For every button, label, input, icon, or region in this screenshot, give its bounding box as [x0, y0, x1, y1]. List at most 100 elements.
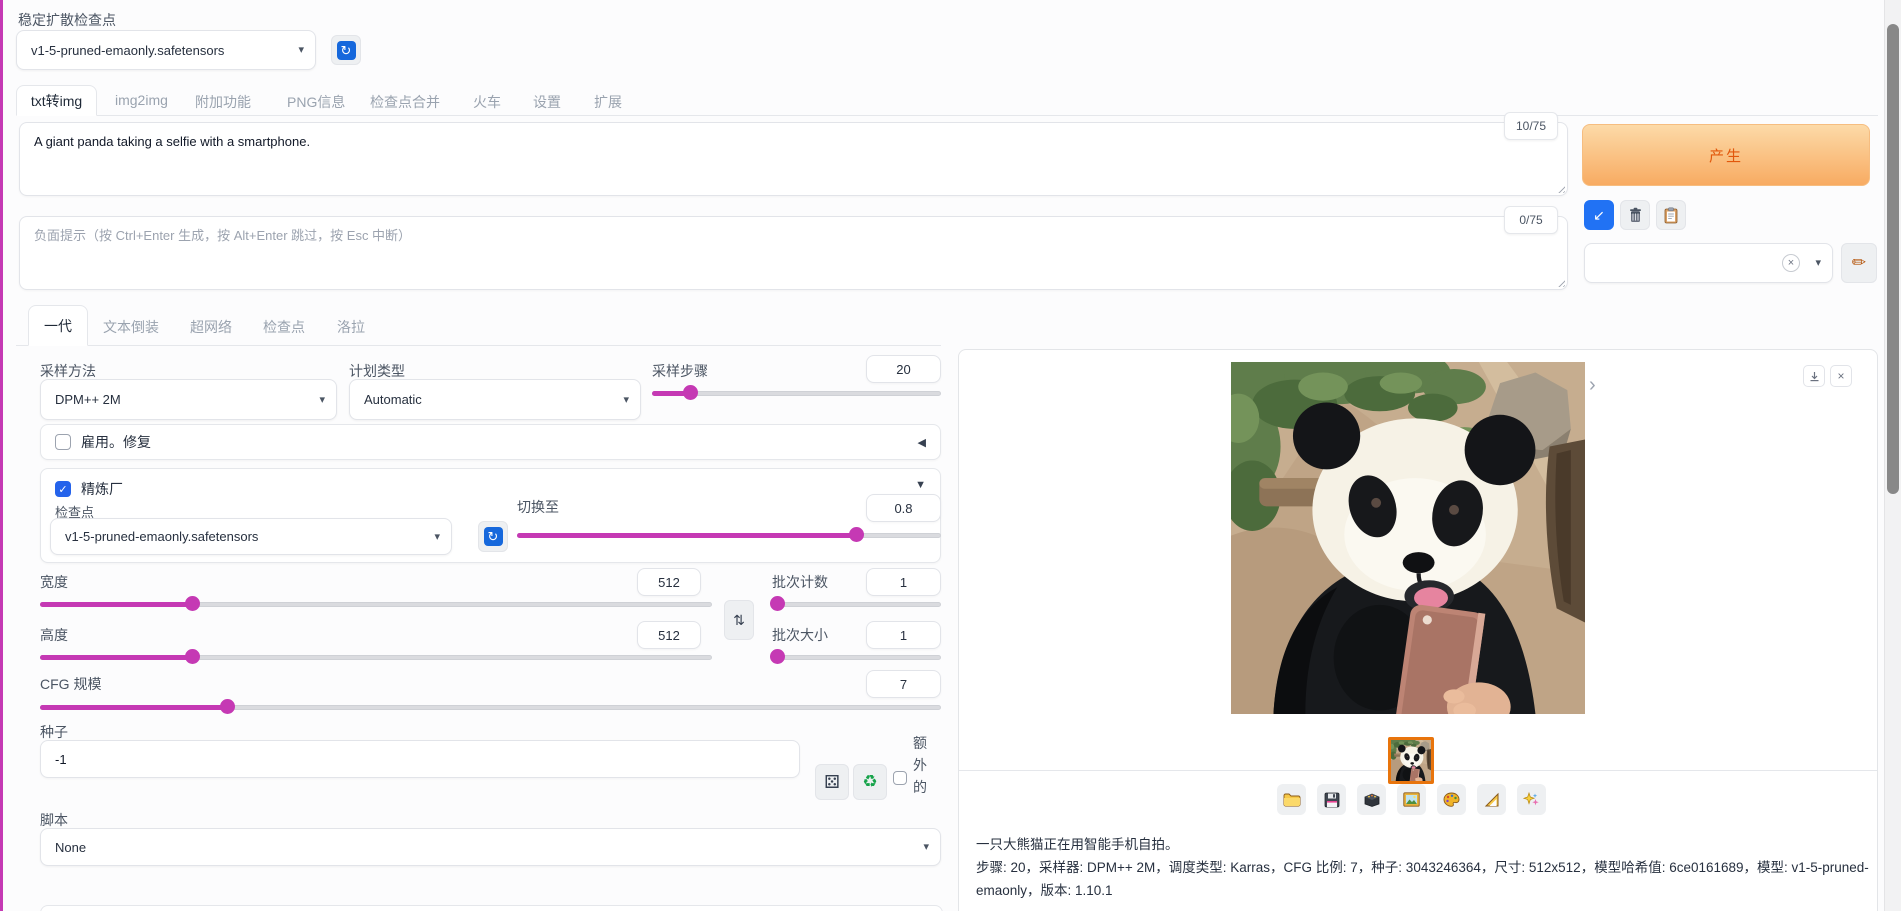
batch-size-slider[interactable] [772, 649, 941, 664]
collapse-icon[interactable]: ◀ [918, 436, 926, 449]
slider-thumb[interactable] [185, 596, 200, 611]
swap-icon: ⇅ [733, 612, 745, 629]
slider-track[interactable] [772, 655, 941, 660]
open-folder-button[interactable] [1277, 784, 1306, 815]
height-slider[interactable] [40, 649, 712, 664]
tab-lora[interactable]: 洛拉 [337, 317, 365, 337]
tab-checkpoint-merger[interactable]: 检查点合并 [370, 92, 440, 112]
send-to-img2img-button[interactable] [1397, 784, 1426, 815]
script-dropdown[interactable]: None ▾ [40, 828, 941, 866]
scrollbar-thumb[interactable] [1887, 24, 1899, 494]
tab-label: txt转img [31, 91, 82, 111]
sparkles-icon [1523, 792, 1540, 808]
refiner-label: 精炼厂 [81, 479, 123, 499]
send-to-inpaint-button[interactable] [1437, 784, 1466, 815]
slider-fill [40, 705, 227, 710]
slider-thumb[interactable] [849, 527, 864, 542]
tab-extensions[interactable]: 扩展 [594, 92, 622, 112]
prompt-input[interactable]: A giant panda taking a selfie with a sma… [19, 122, 1568, 196]
close-gallery-button[interactable]: × [1830, 365, 1852, 387]
chevron-down-icon: ▾ [434, 530, 440, 543]
steps-value[interactable]: 20 [866, 355, 941, 383]
refiner-switch-slider[interactable] [517, 527, 941, 542]
clear-prompt-button[interactable] [1620, 200, 1650, 230]
gallery-thumbnail-selected[interactable] [1388, 737, 1434, 784]
tab-settings[interactable]: 设置 [533, 92, 561, 112]
tab-generation[interactable]: 一代 [28, 305, 88, 346]
folder-icon [1283, 792, 1301, 807]
tab-checkpoints[interactable]: 检查点 [263, 317, 305, 337]
swap-dimensions-button[interactable]: ⇅ [724, 600, 754, 640]
cfg-scale-slider[interactable] [40, 699, 941, 714]
hires-fix-checkbox[interactable] [55, 434, 71, 450]
upscale-button[interactable] [1517, 784, 1546, 815]
height-value[interactable]: 512 [637, 621, 701, 649]
ruler-icon [1484, 792, 1500, 807]
download-icon [1809, 371, 1820, 382]
trash-icon [1628, 207, 1643, 224]
slider-thumb[interactable] [185, 649, 200, 664]
slider-thumb[interactable] [770, 649, 785, 664]
send-to-extras-button[interactable] [1477, 784, 1506, 815]
extra-seed-label: 额外的 [913, 732, 929, 798]
apply-styles-button[interactable] [1656, 200, 1686, 230]
zip-archive-icon [1363, 792, 1381, 807]
schedule-value: Automatic [364, 392, 422, 407]
tab-txt2img[interactable]: txt转img [16, 85, 97, 116]
chevron-right-icon[interactable]: › [1589, 374, 1596, 397]
schedule-dropdown[interactable]: Automatic ▾ [349, 379, 641, 420]
generation-parameters[interactable]: 步骤: 20，采样器: DPM++ 2M，调度类型: Karras，CFG 比例… [976, 856, 1876, 902]
styles-dropdown[interactable]: × ▾ [1584, 243, 1833, 283]
slider-thumb[interactable] [770, 596, 785, 611]
seed-label: 种子 [40, 722, 68, 742]
generation-caption: 一只大熊猫正在用智能手机自拍。 [976, 833, 1179, 856]
batch-size-label: 批次大小 [772, 625, 828, 645]
random-seed-button[interactable]: ⚄ [815, 764, 849, 800]
reuse-seed-button[interactable]: ♻ [853, 764, 887, 800]
stable-diffusion-webui: 稳定扩散检查点 v1-5-pruned-emaonly.safetensors … [0, 0, 1901, 911]
refresh-icon: ↻ [337, 41, 356, 60]
refiner-switch-label: 切换至 [517, 497, 559, 517]
hires-fix-accordion[interactable]: 雇用。修复 ◀ [40, 424, 941, 460]
negative-prompt-input[interactable] [19, 216, 1568, 290]
generated-image[interactable] [1231, 362, 1585, 714]
paste-params-button[interactable]: ↙ [1584, 200, 1614, 230]
slider-track[interactable] [772, 602, 941, 607]
tab-img2img[interactable]: img2img [115, 92, 168, 108]
save-zip-button[interactable] [1357, 784, 1386, 815]
batch-count-value[interactable]: 1 [866, 568, 941, 596]
checkpoint-dropdown[interactable]: v1-5-pruned-emaonly.safetensors ▾ [16, 30, 316, 70]
tab-train[interactable]: 火车 [473, 92, 501, 112]
width-value[interactable]: 512 [637, 568, 701, 596]
tab-textual-inversion[interactable]: 文本倒装 [103, 317, 159, 337]
refresh-refiner-button[interactable]: ↻ [478, 521, 508, 552]
slider-thumb[interactable] [220, 699, 235, 714]
next-section-edge [40, 905, 943, 911]
seed-input[interactable] [40, 740, 800, 778]
edit-styles-button[interactable]: ✏ [1841, 243, 1877, 283]
steps-slider[interactable] [652, 385, 941, 400]
batch-size-value[interactable]: 1 [866, 621, 941, 649]
sampler-dropdown[interactable]: DPM++ 2M ▾ [40, 379, 337, 420]
refiner-switch-value[interactable]: 0.8 [866, 494, 941, 522]
width-slider[interactable] [40, 596, 712, 611]
generate-button[interactable]: 产生 [1582, 124, 1870, 186]
tab-png-info[interactable]: PNG信息 [287, 92, 345, 112]
slider-fill [517, 533, 856, 538]
expand-icon[interactable]: ▼ [915, 479, 926, 491]
save-button[interactable] [1317, 784, 1346, 815]
slider-thumb[interactable] [683, 385, 698, 400]
settings-tabbar-divider [16, 345, 941, 346]
extra-seed-checkbox[interactable] [893, 771, 907, 785]
cfg-scale-value[interactable]: 7 [866, 670, 941, 698]
clear-styles-icon[interactable]: × [1782, 254, 1800, 272]
dice-icon: ⚄ [824, 772, 840, 793]
tab-extras[interactable]: 附加功能 [195, 92, 251, 112]
download-image-button[interactable] [1803, 365, 1825, 387]
refresh-checkpoints-button[interactable]: ↻ [331, 35, 361, 65]
refiner-checkbox[interactable]: ✓ [55, 481, 71, 497]
tab-hypernetworks[interactable]: 超网络 [190, 317, 232, 337]
refiner-checkpoint-dropdown[interactable]: v1-5-pruned-emaonly.safetensors ▾ [50, 518, 452, 555]
batch-count-slider[interactable] [772, 596, 941, 611]
sampler-label: 采样方法 [40, 361, 96, 381]
